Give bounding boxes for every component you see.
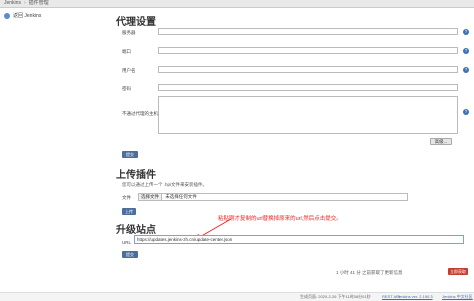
no-proxy-host-label: 不通过代理的主机: [122, 111, 158, 116]
up-arrow-icon: [4, 12, 10, 19]
breadcrumb-bar: Jenkins › 插件管理: [0, 0, 474, 8]
breadcrumb-current[interactable]: 插件管理: [29, 0, 49, 6]
url-label: URL: [122, 240, 132, 245]
advanced-button[interactable]: 高级...: [430, 138, 452, 145]
file-label: 文件: [122, 195, 131, 200]
file-picker: 选择文件 未选择任何文件: [138, 193, 408, 201]
help-icon[interactable]: ?: [463, 48, 469, 54]
username-input[interactable]: [158, 66, 458, 73]
password-label: 密码: [122, 86, 131, 91]
proxy-submit-button[interactable]: 提交: [122, 151, 138, 158]
breadcrumb-home[interactable]: Jenkins: [4, 0, 21, 6]
annotation-text: 粘贴刚才复制的url替换掉原来的url,然后点击提交。: [218, 216, 342, 222]
main-content: 代理设置 服务器 ? 端口 ? 用户名 ? 密码 不通过代理的主机 ? 高级..…: [116, 8, 474, 292]
sidebar: 返回 Jenkins: [0, 8, 112, 292]
update-info-text: 1 小时 41 分 之前获取了更新信息: [336, 270, 403, 275]
help-icon[interactable]: ?: [463, 67, 469, 73]
site-section-title: 升级站点: [116, 225, 156, 236]
no-proxy-host-textarea[interactable]: [158, 96, 458, 134]
upload-section-title: 上传插件: [116, 170, 156, 181]
port-label: 端口: [122, 49, 131, 54]
url-input[interactable]: https://updates.jenkins-zh.cn/update-cen…: [134, 235, 464, 244]
port-input[interactable]: [158, 47, 458, 54]
sidebar-item-back[interactable]: 返回 Jenkins: [4, 12, 41, 19]
sidebar-item-label: 返回 Jenkins: [13, 13, 42, 19]
upload-button[interactable]: 上传: [122, 208, 136, 215]
no-file-text: 未选择任何文件: [165, 194, 197, 199]
server-input[interactable]: [158, 28, 458, 35]
help-icon[interactable]: ?: [463, 109, 469, 115]
password-input[interactable]: [158, 84, 458, 91]
site-submit-button[interactable]: 提交: [122, 251, 138, 258]
proxy-section-title: 代理设置: [116, 17, 156, 28]
upload-description: 您可以通过上传一个 .hpi文件来安装插件。: [122, 182, 208, 187]
username-label: 用户名: [122, 68, 136, 73]
help-icon[interactable]: ?: [463, 29, 469, 35]
server-label: 服务器: [122, 30, 136, 35]
choose-file-button[interactable]: 选择文件: [139, 194, 162, 200]
breadcrumb-separator: ›: [23, 0, 26, 6]
check-now-button[interactable]: 立即获取: [448, 268, 468, 275]
